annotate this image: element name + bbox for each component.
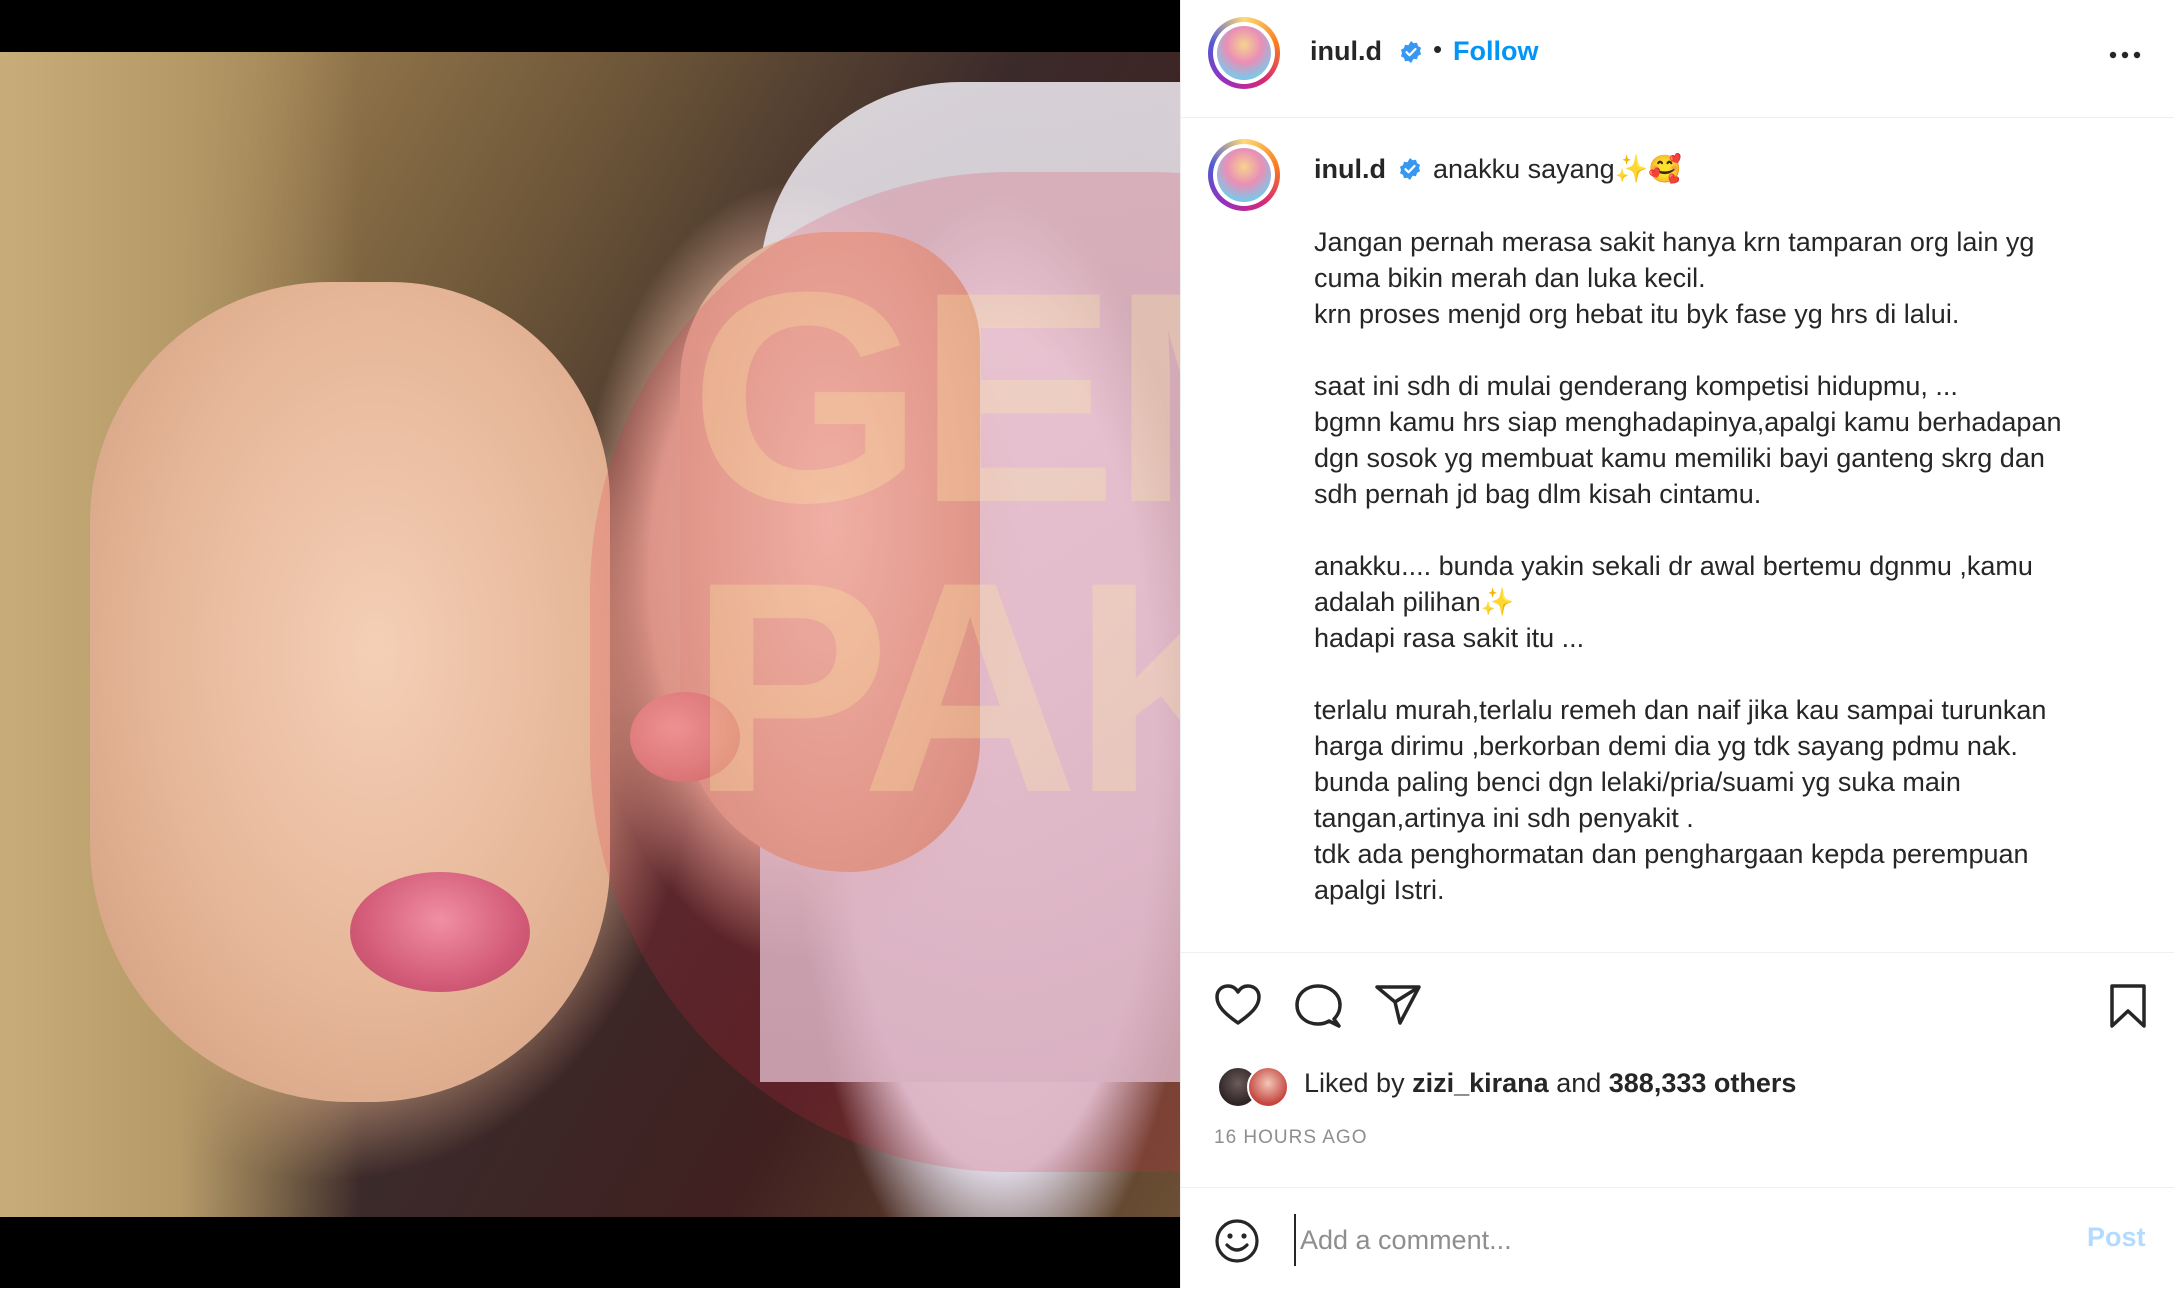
likes-prefix: Liked by (1304, 1068, 1405, 1098)
share-icon[interactable] (1374, 983, 1422, 1027)
caption-section: inul.d anakku sayang✨🥰 Jangan pernah mer… (1181, 117, 2174, 953)
caption-header: inul.d anakku sayang✨🥰 (1314, 153, 1682, 185)
more-options-icon[interactable] (2105, 40, 2145, 70)
comment-icon[interactable] (1294, 983, 1342, 1029)
post-header: inul.d • Follow (1181, 0, 2174, 118)
emoji-icon[interactable] (1214, 1218, 1260, 1264)
comment-input[interactable] (1294, 1214, 2002, 1266)
verified-badge-icon (1401, 41, 1421, 63)
caption-title: anakku sayang✨🥰 (1433, 154, 1682, 184)
likes-joiner: and (1556, 1068, 1602, 1098)
header-separator-dot: • (1433, 34, 1443, 64)
caption-body: Jangan pernah merasa sakit hanya krn tam… (1314, 227, 2062, 905)
post-comment-button[interactable]: Post (2087, 1222, 2146, 1253)
watermark-text: GEM PAK (690, 229, 1180, 855)
photo-face-left (90, 282, 610, 1102)
follow-button[interactable]: Follow (1453, 36, 1538, 67)
caption-avatar[interactable] (1208, 139, 1280, 211)
likes-count[interactable]: 388,333 others (1609, 1068, 1797, 1098)
header-username[interactable]: inul.d (1310, 36, 1382, 67)
verified-badge-icon (1399, 157, 1420, 180)
likes-line: Liked by zizi_kirana and 388,333 others (1304, 1068, 1796, 1099)
caption-username[interactable]: inul.d (1314, 154, 1386, 184)
bookmark-icon[interactable] (2108, 983, 2148, 1029)
post-photo: GEM PAK (0, 52, 1180, 1217)
post-timestamp[interactable]: 16 HOURS AGO (1214, 1127, 1368, 1149)
comment-bar: Post (1181, 1187, 2174, 1289)
heart-icon[interactable] (1214, 983, 1262, 1027)
likes-user[interactable]: zizi_kirana (1412, 1068, 1549, 1098)
liker-avatar-2[interactable] (1247, 1066, 1289, 1108)
post-side-panel: inul.d • Follow inul.d anakku sayang✨🥰 J… (1180, 0, 2174, 1288)
post-media[interactable]: GEM PAK (0, 0, 1180, 1288)
header-avatar[interactable] (1208, 17, 1280, 89)
photo-lips-left (350, 872, 530, 992)
